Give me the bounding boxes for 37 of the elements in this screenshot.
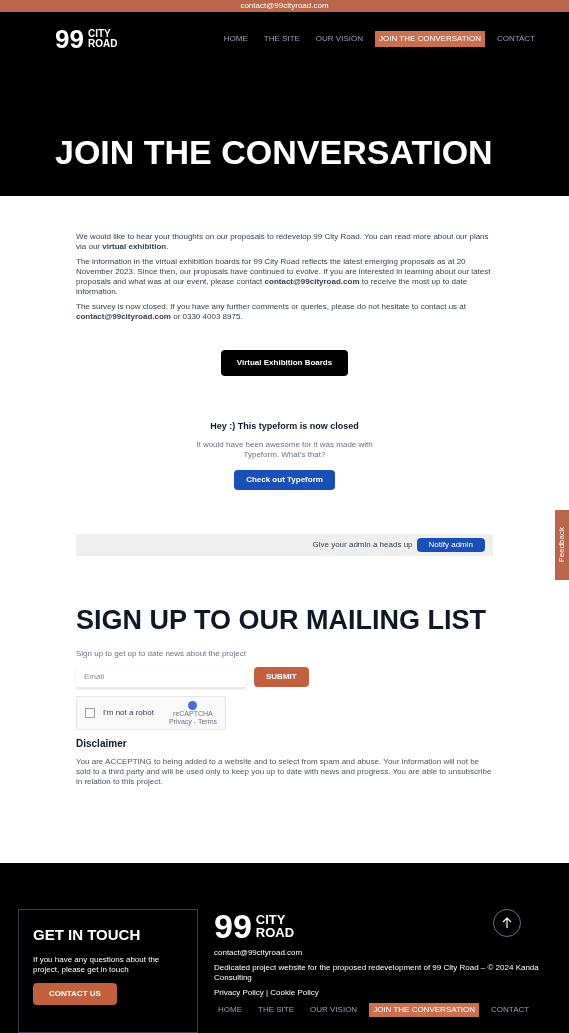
- typeform-button[interactable]: Check out Typeform: [234, 469, 335, 490]
- footer-legal-links[interactable]: Privacy Policy | Cookie Policy: [214, 987, 551, 999]
- intro-paragraph: We would like to hear your thoughts on our proposals to redevelop 99 City Road. You can read more about our plans via our virtual exhibition.: [76, 232, 490, 252]
- nav-link[interactable]: JOIN THE CONVERSATION: [375, 31, 485, 47]
- footer-nav-link[interactable]: JOIN THE CONVERSATION: [369, 1003, 480, 1017]
- get-in-touch-title: GET IN TOUCH: [33, 925, 142, 945]
- footer-nav-link[interactable]: HOME: [214, 1003, 246, 1017]
- exhibition-button[interactable]: Virtual Exhibition Boards: [220, 350, 349, 376]
- intro-paragraph: The survey is now closed. If you have any further comments or queries, please do not hesitate to contact us at contact@99cityroad.com or 0330 4003 8975.: [76, 302, 467, 322]
- footer-nav-link[interactable]: OUR VISION: [306, 1003, 362, 1017]
- page-title: JOIN THE CONVERSATION: [55, 132, 494, 173]
- nav-link[interactable]: THE SITE: [259, 31, 304, 47]
- nav-link[interactable]: HOME: [219, 31, 252, 47]
- disclaimer-text: You are ACCEPTING to being added to a website and to select from spam and abuse. Your information will not be sold to a third party and will be used only to keep you up to date with news and progress. You are able to unsubscribe in relation to this project.: [76, 757, 493, 787]
- nav-link[interactable]: OUR VISION: [311, 31, 367, 47]
- mailing-title: SIGN UP TO OUR MAILING LIST: [76, 603, 488, 637]
- contact-us-button[interactable]: CONTACT US: [33, 982, 117, 1005]
- email-field[interactable]: Email: [76, 666, 246, 688]
- captcha-checkbox[interactable]: [85, 708, 95, 718]
- get-in-touch-text: If you have any questions about the project, please get in touch: [33, 954, 161, 975]
- mailing-subtitle: Sign up to get up to date news about the project: [76, 648, 247, 660]
- disclaimer-title: Disclaimer: [76, 737, 128, 751]
- footer-description: Dedicated project website for the proposed redevelopment of 99 City Road – © 2024 Kanda Consulting: [214, 963, 540, 983]
- intro-paragraph: The information in the virtual exhibition boards for 99 City Road reflects the latest emerging proposals as at 20 November 2023. Since then, our proposals have continued to evolve. If you are interested in learning about our latest proposals and what was at our event, please contact contact@99cityroad.com to receive the most up to date information.: [76, 257, 492, 297]
- typeform-message: It would have been awesome for it was made with Typeform. What's that?: [195, 439, 374, 460]
- top-bar-email[interactable]: contact@99cityroad.com: [240, 2, 329, 10]
- captcha-logo-icon: [188, 700, 198, 710]
- typeform-footer-text: Give your admin a heads up: [312, 538, 413, 551]
- feedback-tab[interactable]: Feedback: [555, 510, 569, 580]
- footer-nav-link[interactable]: THE SITE: [254, 1003, 298, 1017]
- typeform-heading: Hey :) This typeform is now closed: [210, 420, 359, 433]
- captcha-label: I'm not a robot: [103, 707, 154, 719]
- nav-link[interactable]: CONTACT: [492, 31, 539, 47]
- footer-email[interactable]: contact@99cityroad.com: [214, 947, 551, 959]
- submit-button[interactable]: SUBMIT: [254, 667, 309, 687]
- notify-button[interactable]: Notify admin: [416, 537, 485, 552]
- footer-nav-link[interactable]: CONTACT: [487, 1003, 534, 1017]
